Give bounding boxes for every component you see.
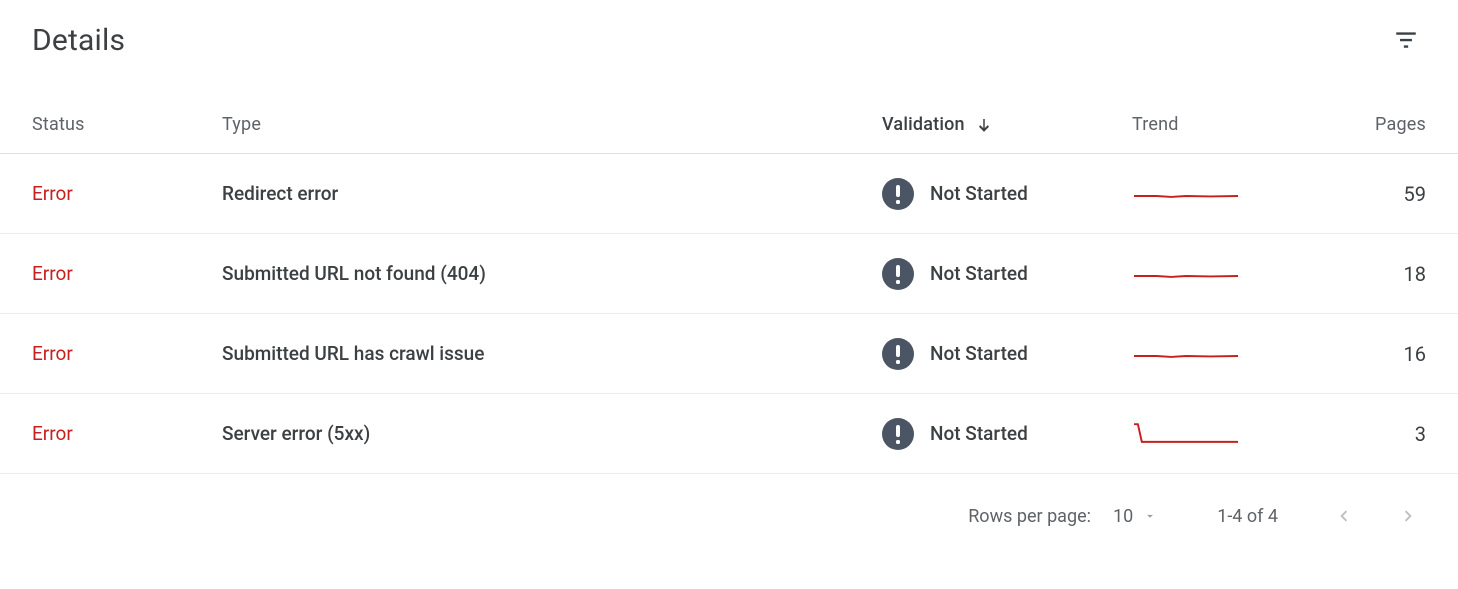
table-row[interactable]: ErrorRedirect error Not Started 59 xyxy=(0,154,1458,234)
col-pages[interactable]: Pages xyxy=(1312,114,1426,135)
type-cell: Server error (5xx) xyxy=(222,422,882,445)
status-cell: Error xyxy=(32,182,222,205)
pagination-range: 1-4 of 4 xyxy=(1217,506,1278,527)
table-row[interactable]: ErrorSubmitted URL has crawl issue Not St… xyxy=(0,314,1458,394)
validation-label: Not Started xyxy=(930,262,1028,285)
details-header: Details xyxy=(0,12,1458,68)
validation-label: Not Started xyxy=(930,422,1028,445)
caret-down-icon xyxy=(1143,509,1157,523)
pages-cell: 18 xyxy=(1312,262,1426,286)
pages-cell: 16 xyxy=(1312,342,1426,366)
type-cell: Redirect error xyxy=(222,182,882,205)
rows-per-page-select[interactable]: 10 xyxy=(1113,506,1157,527)
sparkline-icon xyxy=(1132,260,1240,288)
sparkline-icon xyxy=(1132,340,1240,368)
type-cell: Submitted URL has crawl issue xyxy=(222,342,882,365)
prev-page-button[interactable] xyxy=(1326,498,1362,534)
pages-cell: 3 xyxy=(1312,422,1426,446)
col-validation[interactable]: Validation xyxy=(882,114,1132,135)
col-trend[interactable]: Trend xyxy=(1132,114,1312,135)
col-validation-label: Validation xyxy=(882,114,965,135)
table-body: ErrorRedirect errorNot Started59ErrorSub… xyxy=(0,154,1458,474)
pages-cell: 59 xyxy=(1312,182,1426,206)
trend-cell xyxy=(1132,260,1312,288)
filter-icon xyxy=(1393,27,1419,53)
rows-per-page: Rows per page: 10 xyxy=(968,506,1157,527)
validation-cell: Not Started xyxy=(882,178,1132,210)
chevron-right-icon xyxy=(1397,505,1419,527)
col-status[interactable]: Status xyxy=(32,114,222,135)
table-row[interactable]: ErrorSubmitted URL not found (404) Not St… xyxy=(0,234,1458,314)
type-cell: Submitted URL not found (404) xyxy=(222,262,882,285)
exclamation-icon xyxy=(882,178,914,210)
exclamation-icon xyxy=(882,418,914,450)
validation-cell: Not Started xyxy=(882,418,1132,450)
rows-per-page-value: 10 xyxy=(1113,506,1133,527)
trend-cell xyxy=(1132,420,1312,448)
col-type[interactable]: Type xyxy=(222,114,882,135)
table-header: Status Type Validation Trend Pages xyxy=(0,68,1458,154)
chevron-left-icon xyxy=(1333,505,1355,527)
table-footer: Rows per page: 10 1-4 of 4 xyxy=(0,474,1458,550)
status-cell: Error xyxy=(32,422,222,445)
validation-cell: Not Started xyxy=(882,258,1132,290)
details-table: Status Type Validation Trend Pages Error… xyxy=(0,68,1458,474)
status-cell: Error xyxy=(32,342,222,365)
sparkline-icon xyxy=(1132,180,1240,208)
rows-per-page-label: Rows per page: xyxy=(968,506,1091,527)
sparkline-icon xyxy=(1132,420,1240,448)
status-cell: Error xyxy=(32,262,222,285)
validation-cell: Not Started xyxy=(882,338,1132,370)
exclamation-icon xyxy=(882,258,914,290)
table-row[interactable]: ErrorServer error (5xx) Not Started 3 xyxy=(0,394,1458,474)
filter-button[interactable] xyxy=(1386,20,1426,60)
next-page-button[interactable] xyxy=(1390,498,1426,534)
validation-label: Not Started xyxy=(930,182,1028,205)
details-panel: Details Status Type Validation Trend Pag… xyxy=(0,0,1458,550)
page-title: Details xyxy=(32,23,125,58)
exclamation-icon xyxy=(882,338,914,370)
validation-label: Not Started xyxy=(930,342,1028,365)
arrow-down-icon xyxy=(975,116,993,134)
trend-cell xyxy=(1132,340,1312,368)
trend-cell xyxy=(1132,180,1312,208)
